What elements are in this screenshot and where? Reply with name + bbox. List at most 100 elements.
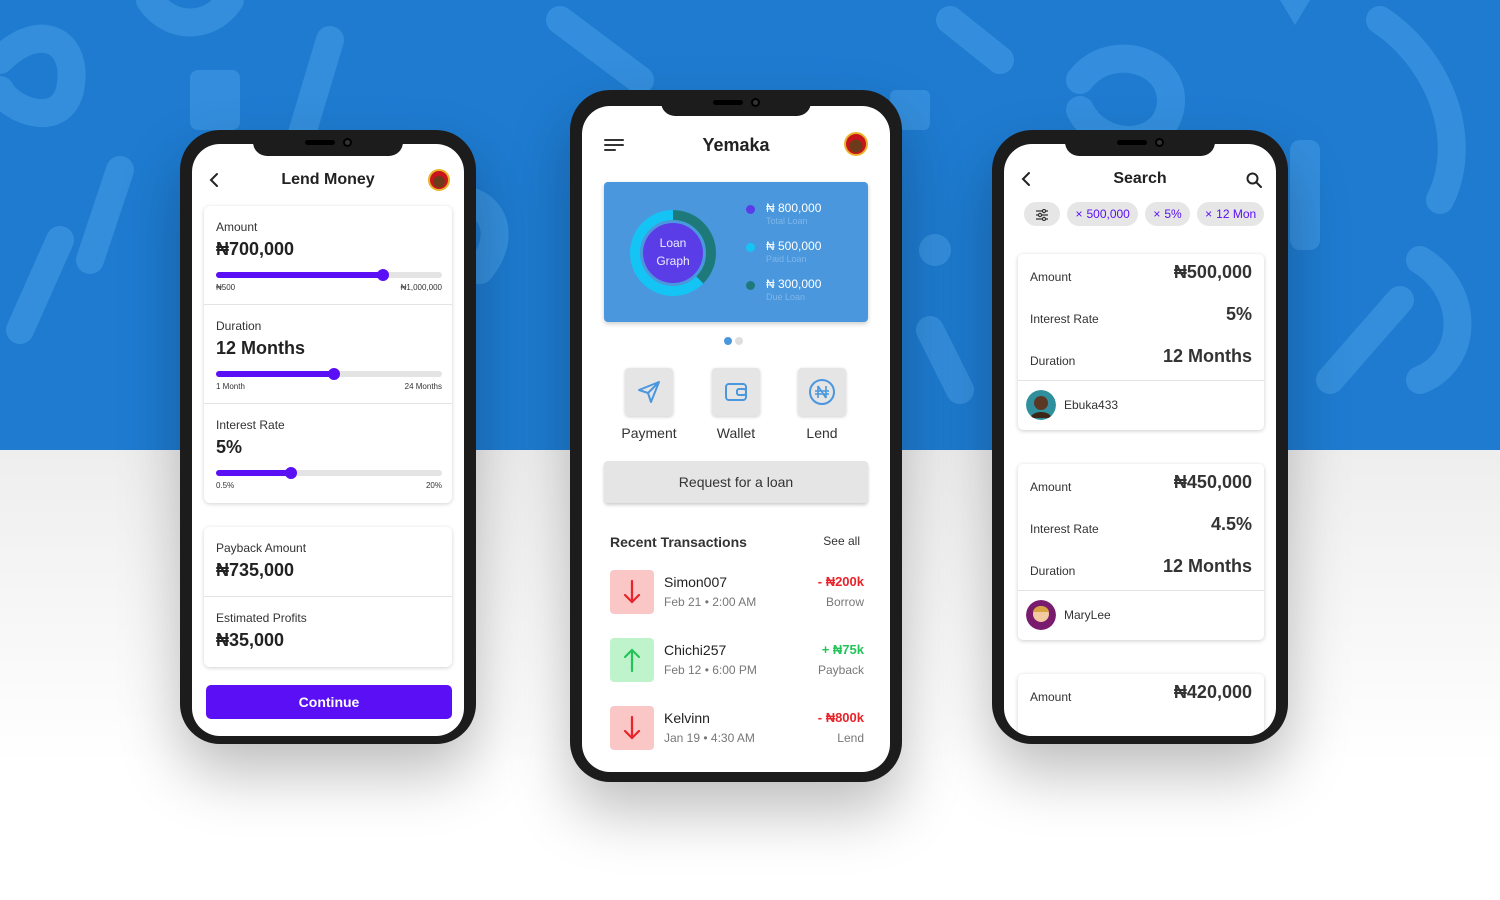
avatar[interactable] — [428, 169, 450, 191]
lend-label: Lend — [806, 425, 838, 441]
result-duration-row: Duration 12 Months — [1018, 548, 1264, 590]
filter-chip-amount[interactable]: × 500,000 — [1067, 202, 1138, 226]
result-amount-row: Amount ₦450,000 — [1018, 464, 1264, 506]
legend-total-label: Total Loan — [766, 216, 808, 226]
result-amount-row: Amount ₦420,000 — [1018, 674, 1264, 716]
donut-label-line2: Graph — [656, 254, 690, 268]
amount-slider-fill — [216, 272, 384, 278]
arrow-down-icon — [623, 579, 641, 604]
filter-chips: × 500,000 × 5% × 12 Mon — [1024, 202, 1267, 226]
transaction-name: Kelvinn — [664, 710, 710, 726]
chip-text: 12 Mon — [1216, 207, 1257, 221]
remove-chip-icon[interactable]: × — [1205, 207, 1212, 221]
transaction-row[interactable]: Kelvinn Jan 19 • 4:30 AM - ₦800k Lend — [610, 706, 864, 752]
payment-action[interactable]: Payment — [614, 368, 684, 441]
donut-label-line1: Loan — [659, 236, 687, 250]
transaction-amount: - ₦200k — [817, 574, 864, 589]
phone-lend-money: Lend Money Amount ₦700,000 ₦500 ₦1,000,0… — [180, 130, 476, 744]
rate-value: 4.5% — [1210, 514, 1252, 534]
avatar — [1026, 390, 1056, 420]
pager-dot[interactable] — [735, 337, 743, 345]
wallet-action[interactable]: Wallet — [701, 368, 771, 441]
transaction-row[interactable]: Simon007 Feb 21 • 2:00 AM - ₦200k Borrow — [610, 570, 864, 616]
filter-chip-rate[interactable]: × 5% — [1145, 202, 1190, 226]
rate-value: 5% — [1225, 304, 1252, 324]
back-arrow-icon[interactable] — [206, 171, 224, 189]
request-loan-button[interactable]: Request for a loan — [604, 461, 868, 503]
pager-dot-active[interactable] — [724, 337, 732, 345]
send-icon — [638, 381, 660, 403]
search-icon[interactable] — [1246, 172, 1262, 188]
avatar — [1026, 600, 1056, 630]
remove-chip-icon[interactable]: × — [1075, 207, 1082, 221]
interest-max: 20% — [425, 481, 442, 490]
transaction-type: Lend — [837, 731, 864, 745]
naira-coin-icon — [809, 379, 835, 405]
arrow-down-icon — [623, 715, 641, 740]
phone-home: Yemaka Loan Graph ₦ 800,000 Total Loan ₦… — [570, 90, 902, 782]
duration-value: 12 Months — [1162, 556, 1252, 576]
continue-button[interactable]: Continue — [206, 685, 452, 719]
interest-slider-handle[interactable] — [284, 467, 297, 479]
amount-label: Amount — [1030, 690, 1072, 704]
avatar[interactable] — [844, 132, 868, 156]
credit-indicator — [610, 638, 654, 682]
lender-row[interactable]: MaryLee — [1018, 590, 1264, 640]
loan-result-card[interactable]: Amount ₦450,000 Interest Rate 4.5% Duratio… — [1018, 464, 1264, 640]
transaction-type: Payback — [817, 663, 864, 677]
transaction-row[interactable]: Chichi257 Feb 12 • 6:00 PM + ₦75k Paybac… — [610, 638, 864, 684]
transaction-date: Jan 19 • 4:30 AM — [664, 731, 755, 745]
duration-min: 1 Month — [216, 382, 245, 391]
back-arrow-icon[interactable] — [1018, 170, 1036, 188]
amount-min: ₦500 — [216, 283, 236, 292]
lend-header: Lend Money — [192, 165, 464, 195]
lend-action[interactable]: Lend — [787, 368, 857, 441]
loan-graph-card[interactable]: Loan Graph ₦ 800,000 Total Loan ₦ 500,00… — [604, 182, 868, 322]
phone-notch — [661, 90, 811, 116]
amount-slider-handle[interactable] — [377, 269, 390, 281]
payment-label: Payment — [621, 425, 677, 441]
lend-button[interactable] — [798, 368, 846, 416]
wallet-button[interactable] — [712, 368, 760, 416]
loan-result-card[interactable]: Amount ₦420,000 — [1018, 674, 1264, 736]
amount-value: ₦450,000 — [1173, 472, 1252, 492]
duration-label: Duration — [1030, 564, 1076, 578]
duration-value: 12 Months — [216, 338, 306, 358]
duration-slider[interactable] — [216, 368, 442, 380]
duration-label: Duration — [216, 319, 262, 333]
amount-max: ₦1,000,000 — [400, 283, 442, 292]
filter-settings-button[interactable] — [1024, 202, 1060, 226]
amount-slider[interactable] — [216, 269, 442, 281]
remove-chip-icon[interactable]: × — [1153, 207, 1160, 221]
phone-notch — [1065, 130, 1215, 156]
transaction-name: Simon007 — [664, 574, 728, 590]
page-title: Lend Money — [281, 171, 375, 188]
search-header: Search — [1004, 164, 1276, 194]
lender-username: MaryLee — [1064, 608, 1111, 622]
lend-money-screen: Lend Money Amount ₦700,000 ₦500 ₦1,000,0… — [192, 144, 464, 736]
interest-value: 5% — [216, 437, 243, 457]
loan-result-card[interactable]: Amount ₦500,000 Interest Rate 5% Duration 1… — [1018, 254, 1264, 430]
interest-slider-fill — [216, 470, 291, 476]
filter-chip-duration[interactable]: × 12 Mon — [1197, 202, 1265, 226]
chip-text: 5% — [1164, 207, 1182, 221]
lender-username: Ebuka433 — [1064, 398, 1119, 412]
duration-slider-handle[interactable] — [327, 368, 340, 380]
interest-slider[interactable] — [216, 467, 442, 479]
payment-button[interactable] — [625, 368, 673, 416]
see-all-link[interactable]: See all — [823, 534, 860, 548]
result-duration-row: Duration 12 Months — [1018, 338, 1264, 380]
lender-row[interactable]: Ebuka433 — [1018, 380, 1264, 430]
transaction-type: Borrow — [825, 595, 864, 609]
page-title: Yemaka — [702, 134, 770, 155]
legend-dot-due — [746, 281, 755, 290]
legend-total-value: ₦ 800,000 — [766, 201, 822, 215]
legend-due-label: Due Loan — [766, 292, 806, 302]
legend-dot-total — [746, 205, 755, 214]
home-screen: Yemaka Loan Graph ₦ 800,000 Total Loan ₦… — [582, 106, 890, 772]
transaction-amount: + ₦75k — [821, 642, 864, 657]
wallet-icon — [725, 383, 747, 401]
interest-min: 0.5% — [216, 481, 235, 490]
summary-card: Payback Amount ₦735,000 Estimated Profit… — [204, 527, 452, 667]
duration-value: 12 Months — [1162, 346, 1252, 366]
